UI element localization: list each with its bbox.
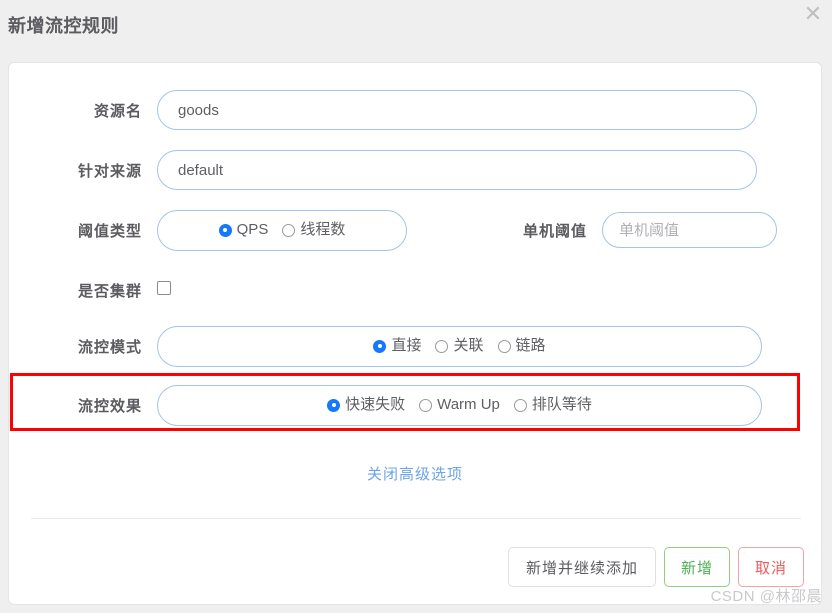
radio-circle-icon [419, 398, 433, 412]
footer-divider [31, 518, 801, 519]
radio-label-fast-fail: 快速失败 [345, 396, 406, 413]
cluster-checkbox[interactable] [157, 280, 171, 295]
radio-option-direct[interactable]: 直接 [373, 338, 421, 354]
page-title: 新增流控规则 [8, 16, 119, 36]
radio-label-qps: QPS [236, 221, 269, 238]
radio-dot-icon [218, 223, 232, 237]
dialog-header: 新增流控规则 ✕ [0, 0, 832, 62]
radio-option-chain[interactable]: 链路 [497, 337, 546, 354]
field-origin [157, 150, 757, 190]
label-flow-mode: 流控模式 [77, 338, 142, 356]
threshold-type-radio-group[interactable]: QPS 线程数 [157, 209, 407, 251]
toggle-advanced-options-link[interactable]: 关闭高级选项 [9, 463, 821, 484]
form-row-flow-effect: 流控效果 快速失败 Warm Up 排队等待 [9, 384, 821, 426]
watermark: CSDN @林邵晨 [710, 588, 822, 605]
field-flow-effect: 快速失败 Warm Up 排队等待 [157, 384, 762, 426]
form-row-resource: 资源名 [9, 89, 821, 131]
label-origin: 针对来源 [77, 162, 142, 180]
close-icon[interactable]: ✕ [800, 2, 826, 28]
form-row-flow-mode: 流控模式 直接 关联 链路 [9, 325, 821, 367]
label-single-threshold: 单机阈值 [522, 222, 587, 240]
label-resource: 资源名 [93, 102, 142, 120]
radio-option-fast-fail[interactable]: 快速失败 [327, 397, 405, 413]
radio-dot-icon [373, 339, 387, 353]
flow-mode-radio-group[interactable]: 直接 关联 链路 [157, 325, 762, 367]
radio-circle-icon [497, 339, 511, 353]
radio-circle-icon [435, 339, 449, 353]
radio-label-queue: 排队等待 [531, 396, 592, 413]
radio-circle-icon [513, 398, 527, 412]
radio-option-thread[interactable]: 线程数 [282, 222, 345, 238]
single-threshold-input[interactable] [602, 212, 777, 248]
radio-label-warm-up: Warm Up [437, 396, 500, 413]
label-flow-effect: 流控效果 [77, 397, 142, 415]
radio-option-qps[interactable]: QPS [218, 221, 269, 238]
dialog-body: 资源名 针对来源 阈值类型 QPS 线程数 单机阈值 [8, 62, 822, 605]
form-row-cluster: 是否集群 [9, 269, 821, 311]
cancel-button[interactable]: 取消 [737, 547, 804, 587]
radio-option-associate[interactable]: 关联 [435, 337, 484, 354]
form-row-threshold: 阈值类型 QPS 线程数 单机阈值 [9, 209, 821, 251]
origin-input[interactable] [157, 150, 757, 190]
field-threshold-type: QPS 线程数 [157, 209, 407, 251]
radio-dot-icon [327, 398, 341, 412]
label-threshold-type: 阈值类型 [77, 222, 142, 240]
form-row-origin: 针对来源 [9, 149, 821, 191]
radio-circle-icon [282, 223, 296, 237]
field-flow-mode: 直接 关联 链路 [157, 325, 762, 367]
radio-label-direct: 直接 [391, 337, 422, 354]
radio-option-warm-up[interactable]: Warm Up [419, 397, 500, 413]
field-single-threshold [602, 212, 777, 248]
flow-effect-radio-group[interactable]: 快速失败 Warm Up 排队等待 [157, 384, 762, 426]
field-is-cluster [157, 280, 171, 300]
add-and-continue-button[interactable]: 新增并继续添加 [507, 547, 656, 587]
field-resource [157, 90, 757, 130]
add-button[interactable]: 新增 [663, 547, 730, 587]
radio-label-associate: 关联 [453, 337, 484, 354]
footer-actions: 新增并继续添加 新增 取消 [507, 547, 804, 587]
radio-label-thread: 线程数 [300, 221, 346, 238]
resource-input[interactable] [157, 90, 757, 130]
label-is-cluster: 是否集群 [77, 282, 142, 300]
radio-option-queue[interactable]: 排队等待 [513, 396, 592, 413]
radio-label-chain: 链路 [515, 337, 546, 354]
